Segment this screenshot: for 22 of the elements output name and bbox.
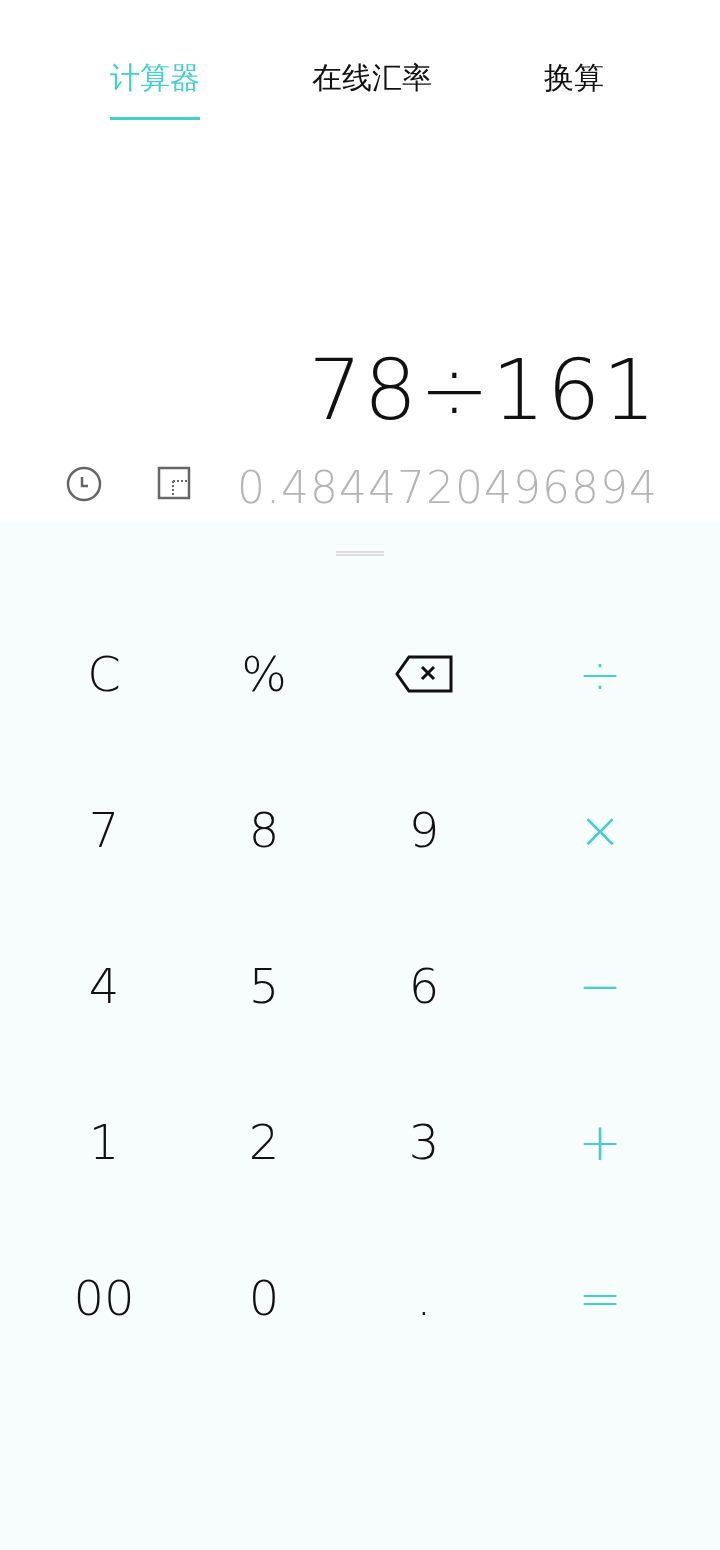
tab[interactable]: 在线汇率 <box>312 58 432 120</box>
calculator-key[interactable]: 9 <box>344 752 504 908</box>
calculator-key[interactable]: 4 <box>24 908 184 1064</box>
result: 0.4844720496894 <box>237 462 658 513</box>
calculator-key[interactable]: 2 <box>184 1064 344 1220</box>
expression: 78÷161 <box>308 348 658 432</box>
calculator-key[interactable]: % <box>184 596 344 752</box>
calculator-key[interactable]: 5 <box>184 908 344 1064</box>
calculator-key[interactable]: 00 <box>24 1220 184 1376</box>
history-icon[interactable] <box>66 466 102 502</box>
calculator-key[interactable]: 6 <box>344 908 504 1064</box>
drag-handle[interactable] <box>336 551 384 556</box>
calculator-key[interactable]: 7 <box>24 752 184 908</box>
calculator-key[interactable]: . <box>344 1220 504 1376</box>
calculator-key[interactable]: 0 <box>184 1220 344 1376</box>
tab[interactable]: 换算 <box>544 58 604 120</box>
calculator-key[interactable]: 3 <box>344 1064 504 1220</box>
backspace-icon <box>395 655 453 693</box>
scientific-mode-icon[interactable] <box>157 466 191 500</box>
calculator-key[interactable]: C <box>24 596 184 752</box>
calculator-key[interactable]: 1 <box>24 1064 184 1220</box>
calculator-key[interactable]: 8 <box>184 752 344 908</box>
